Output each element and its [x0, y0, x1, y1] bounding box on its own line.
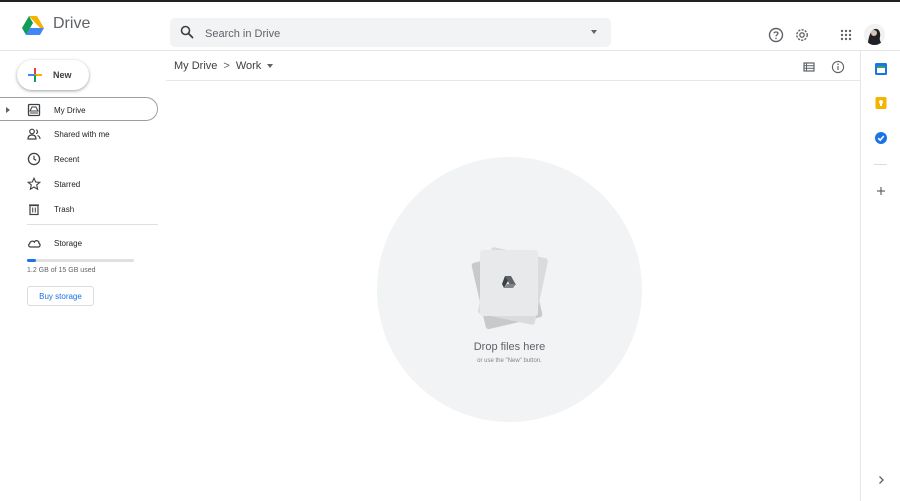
new-button[interactable]: New — [17, 60, 89, 90]
breadcrumb-work[interactable]: Work — [236, 60, 261, 72]
settings-icon[interactable] — [793, 26, 811, 44]
storage-usage-bar — [27, 259, 134, 262]
sidebar-divider — [27, 224, 158, 225]
star-icon — [27, 177, 41, 191]
toolbar-divider — [166, 80, 860, 81]
list-view-icon[interactable] — [802, 60, 816, 74]
my-drive-icon — [27, 103, 41, 117]
breadcrumb-separator: > — [223, 60, 230, 73]
clock-icon — [27, 152, 41, 166]
sidebar-item-label: Shared with me — [54, 130, 110, 139]
account-avatar[interactable] — [864, 24, 885, 45]
cloud-icon — [28, 240, 41, 248]
sidebar-item-trash[interactable]: Trash — [0, 197, 158, 221]
sidebar-item-label: Trash — [54, 205, 75, 214]
expand-panel-icon[interactable] — [874, 473, 888, 487]
storage-label: Storage — [54, 239, 83, 248]
storage-usage-fill — [27, 259, 36, 262]
breadcrumb-my-drive[interactable]: My Drive — [174, 60, 217, 72]
sidebar-item-label: Recent — [54, 155, 80, 164]
avatar-silhouette-icon — [864, 24, 885, 45]
breadcrumb: My Drive > Work — [174, 60, 274, 73]
search-input[interactable] — [203, 22, 577, 45]
search-options-caret-icon[interactable] — [591, 30, 597, 34]
buy-storage-button[interactable]: Buy storage — [27, 286, 94, 306]
help-icon[interactable] — [767, 26, 785, 44]
app-header: Drive — [0, 2, 900, 51]
side-panel-divider — [874, 164, 887, 165]
drop-title: Drop files here — [473, 341, 546, 353]
add-icon[interactable] — [874, 184, 888, 198]
folder-menu-caret-icon[interactable] — [267, 64, 274, 69]
trash-icon — [29, 204, 39, 216]
drop-subtitle: or use the "New" button. — [477, 358, 542, 364]
sidebar-item-my-drive[interactable]: My Drive — [0, 97, 158, 121]
storage-usage-text: 1.2 GB of 15 GB used — [27, 267, 96, 274]
sidebar: New My Drive Shared with me Recent Starr… — [0, 51, 165, 501]
search-icon[interactable] — [180, 25, 194, 39]
side-panel — [860, 51, 900, 501]
new-button-label: New — [53, 70, 72, 80]
sidebar-item-recent[interactable]: Recent — [0, 147, 158, 171]
keep-icon[interactable] — [874, 96, 888, 110]
shared-icon — [27, 128, 41, 140]
drop-zone[interactable]: Drop files here or use the "New" button. — [377, 157, 642, 422]
sidebar-item-shared-with-me[interactable]: Shared with me — [0, 122, 158, 146]
app-name[interactable]: Drive — [53, 15, 90, 33]
sidebar-item-storage[interactable]: Storage — [0, 231, 158, 255]
apps-grid-icon[interactable] — [837, 26, 855, 44]
sidebar-item-label: My Drive — [54, 106, 86, 115]
sidebar-item-label: Starred — [54, 180, 81, 189]
expand-arrow-icon[interactable] — [6, 107, 10, 113]
drive-logo-icon[interactable] — [22, 16, 44, 36]
plus-icon — [28, 68, 42, 82]
info-icon[interactable] — [831, 60, 845, 74]
search-bar[interactable] — [170, 18, 611, 47]
drive-files-illustration-icon — [471, 247, 548, 330]
tasks-icon[interactable] — [874, 131, 888, 145]
calendar-icon[interactable] — [874, 62, 888, 76]
main-content: My Drive > Work Drop files here or use the… — [166, 51, 860, 501]
sidebar-item-starred[interactable]: Starred — [0, 172, 158, 196]
